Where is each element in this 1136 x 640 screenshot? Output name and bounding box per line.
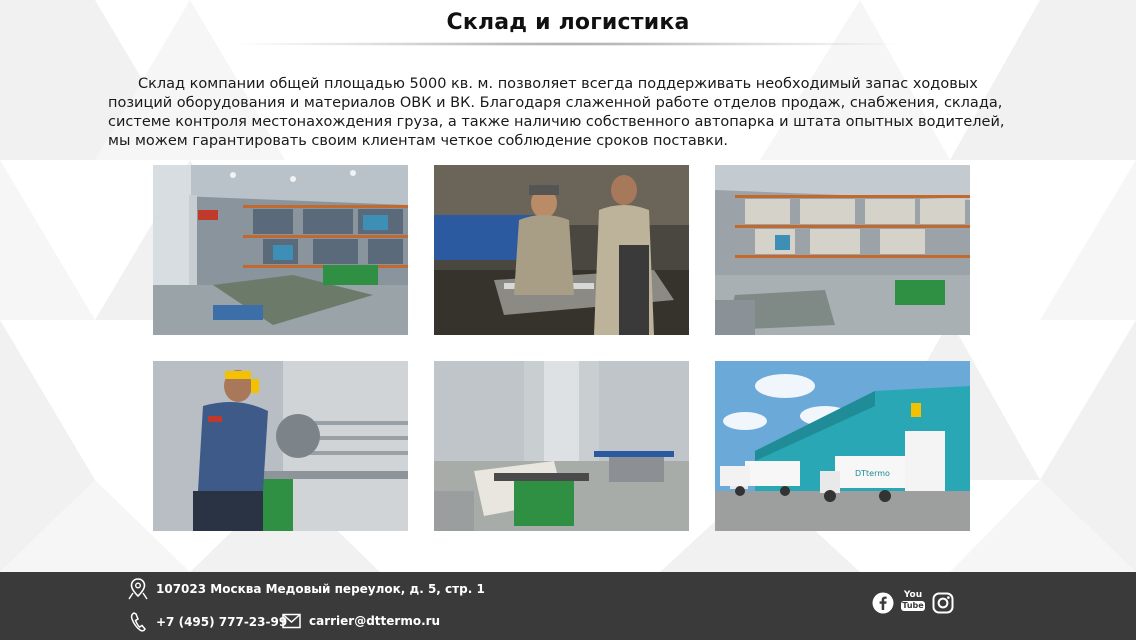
intro-paragraph: Склад компании общей площадью 5000 кв. м…: [108, 76, 1005, 149]
youtube-top-text: You: [903, 590, 923, 600]
phone-text[interactable]: +7 (495) 777-23-99: [156, 615, 287, 629]
truck-logo-text: DTtermo: [855, 469, 890, 478]
photo-worker-saw[interactable]: [153, 361, 408, 531]
youtube-icon[interactable]: You Tube: [901, 591, 925, 617]
photo-warehouse-exterior[interactable]: DTtermo: [715, 361, 970, 531]
title-underline: [240, 42, 896, 46]
youtube-bottom-text: Tube: [901, 601, 925, 611]
page-title: Склад и логистика: [446, 10, 690, 35]
footer-email[interactable]: carrier@dttermo.ru: [282, 613, 440, 629]
footer-phone[interactable]: +7 (495) 777-23-99: [130, 612, 287, 632]
address-text: 107023 Москва Медовый переулок, д. 5, ст…: [156, 582, 485, 596]
map-pin-icon: [128, 578, 148, 600]
instagram-icon[interactable]: [932, 592, 954, 614]
footer-address: 107023 Москва Медовый переулок, д. 5, ст…: [128, 578, 485, 600]
photo-workshop[interactable]: [434, 361, 689, 531]
photo-warehouse-wide[interactable]: [715, 165, 970, 335]
footer: 107023 Москва Медовый переулок, д. 5, ст…: [0, 572, 1136, 640]
photo-workers[interactable]: [434, 165, 689, 335]
phone-icon: [130, 612, 146, 632]
mail-icon: [282, 613, 301, 629]
facebook-icon[interactable]: [872, 592, 894, 614]
email-text[interactable]: carrier@dttermo.ru: [309, 614, 440, 628]
photo-warehouse-racks[interactable]: [153, 165, 408, 335]
